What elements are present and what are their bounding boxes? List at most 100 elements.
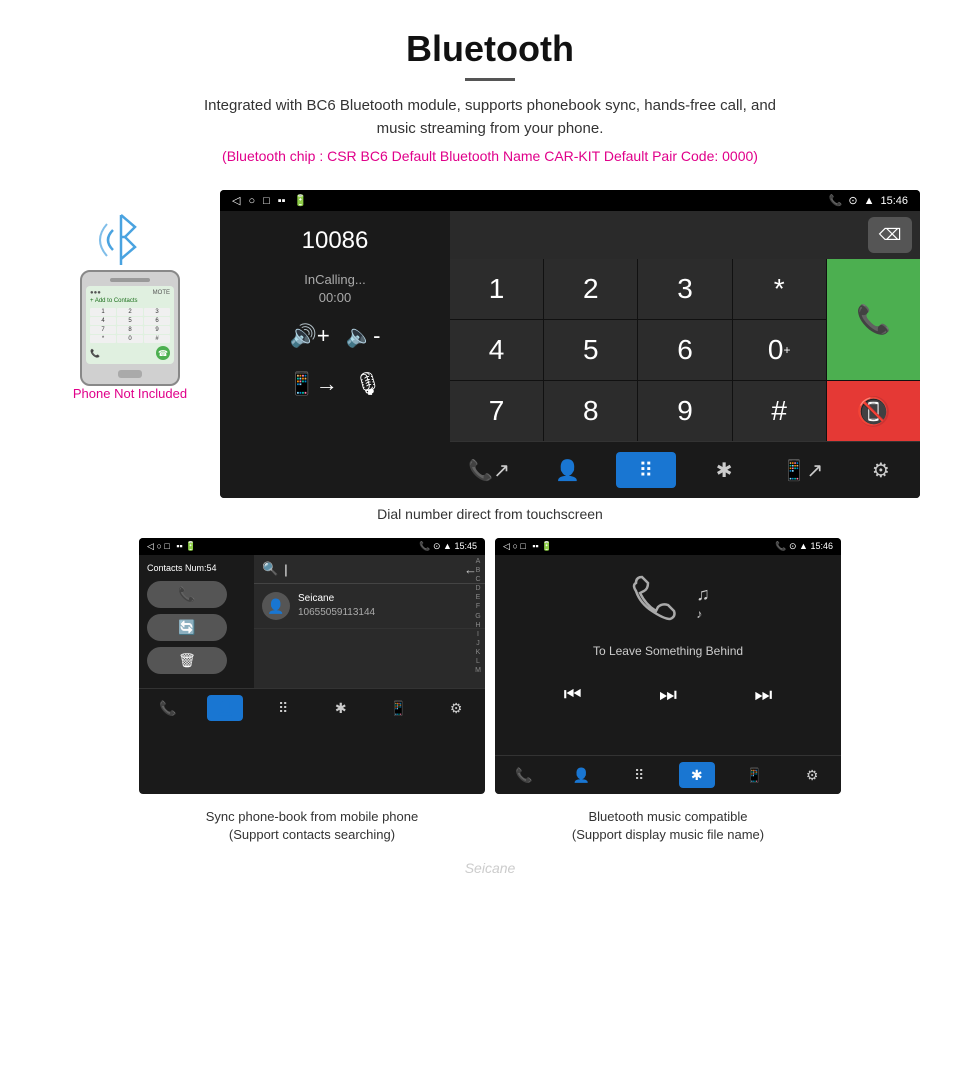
statusbar: ◁ ○ □ ▪▪ 🔋 📞 ⊙ ▲ 15:46 — [220, 190, 920, 211]
music-nav-transfer[interactable]: 📱 — [736, 762, 772, 788]
nav-contacts[interactable]: 👤 — [537, 452, 597, 488]
input-row: ⌫ — [450, 211, 920, 259]
small-nav-phone[interactable]: 📞 — [150, 695, 186, 721]
num-2[interactable]: 2 — [544, 259, 637, 319]
alpha-M[interactable]: M — [475, 666, 481, 675]
alpha-L[interactable]: L — [476, 657, 480, 666]
contacts-back-icon: ◁ — [147, 541, 154, 551]
small-nav-transfer[interactable]: 📱 — [380, 695, 416, 721]
music-statusbar: ◁ ○ □ ▪▪ 🔋 📞 ⊙ ▲ 15:46 — [495, 538, 841, 555]
num-9[interactable]: 9 — [638, 381, 731, 441]
battery-icon: 🔋 — [294, 194, 308, 207]
song-title: To Leave Something Behind — [593, 644, 743, 658]
alpha-G[interactable]: G — [475, 612, 480, 621]
contacts-caption: Sync phone-book from mobile phone (Suppo… — [139, 808, 485, 844]
phone-status-icon: 📞 — [829, 194, 843, 207]
music-nav-bluetooth[interactable]: ✱ — [679, 762, 715, 788]
statusbar-left: ◁ ○ □ ▪▪ 🔋 — [232, 194, 307, 207]
nav-settings[interactable]: ⚙ — [851, 452, 911, 488]
nav-dialpad[interactable]: ⠿ — [616, 452, 676, 488]
alpha-I[interactable]: I — [477, 630, 479, 639]
wifi-icon: ▲ — [864, 195, 875, 207]
phone-not-included-label: Phone Not Included — [73, 386, 187, 401]
bluetooth-specs: (Bluetooth chip : CSR BC6 Default Blueto… — [20, 148, 960, 164]
contact-item[interactable]: 👤 Seicane 10655059113144 — [254, 584, 485, 629]
nav-transfer[interactable]: 📱↗ — [772, 452, 832, 488]
small-nav-contacts[interactable]: 👤 — [207, 695, 243, 721]
mic-icon[interactable]: 🎙 — [354, 371, 382, 397]
music-nav-settings[interactable]: ⚙ — [794, 762, 830, 788]
mini-phone-graphic: ●●● MOTE + Add to Contacts 123 456 789 *… — [80, 270, 180, 386]
music-controls: ⏮ ⏭ ⏭ — [505, 678, 831, 713]
num-0plus[interactable]: 0+ — [733, 320, 826, 380]
num-5[interactable]: 5 — [544, 320, 637, 380]
num-7[interactable]: 7 — [450, 381, 543, 441]
transfer-icon[interactable]: 📱→ — [288, 371, 337, 397]
alpha-H[interactable]: H — [475, 621, 480, 630]
call-button[interactable]: 📞 — [827, 259, 920, 380]
alpha-B[interactable]: B — [476, 566, 481, 575]
alpha-D[interactable]: D — [475, 584, 480, 593]
circle-icon: ○ — [248, 195, 255, 207]
music-time: 15:46 — [810, 541, 833, 551]
nav-bluetooth[interactable]: ✱ — [694, 452, 754, 488]
contacts-location-icon: ⊙ — [433, 541, 441, 551]
search-icon: 🔍 — [262, 561, 278, 577]
alpha-E[interactable]: E — [476, 593, 481, 602]
num-1[interactable]: 1 — [450, 259, 543, 319]
num-star[interactable]: * — [733, 259, 826, 319]
volume-down-icon[interactable]: 🔈- — [346, 323, 381, 349]
music-circle-icon: ○ — [512, 541, 517, 551]
end-call-button[interactable]: 📵 — [827, 381, 920, 441]
music-screen: ◁ ○ □ ▪▪ 🔋 📞 ⊙ ▲ 15:46 ♫ — [495, 538, 841, 794]
small-nav-dialpad[interactable]: ⠿ — [265, 695, 301, 721]
music-nav-contacts[interactable]: 👤 — [563, 762, 599, 788]
search-cursor: | — [284, 562, 287, 577]
call-action-btn[interactable]: 📞 — [147, 581, 227, 608]
num-3[interactable]: 3 — [638, 259, 731, 319]
watermark: Seicane — [0, 860, 980, 886]
android-dial-screen: ◁ ○ □ ▪▪ 🔋 📞 ⊙ ▲ 15:46 10086 InCalling..… — [220, 190, 920, 498]
dial-left-panel: 10086 InCalling... 00:00 🔊+ 🔈- 📱→ 🎙 — [220, 211, 450, 498]
prev-track-button[interactable]: ⏮ — [564, 684, 582, 707]
small-nav-bluetooth[interactable]: ✱ — [323, 695, 359, 721]
delete-action-btn[interactable]: 🗑 — [147, 647, 227, 674]
music-nav-phone[interactable]: 📞 — [506, 762, 542, 788]
sync-action-btn[interactable]: 🔄 — [147, 614, 227, 641]
alpha-J[interactable]: J — [476, 639, 480, 648]
alphabet-bar: A B C D E F G H I J K L M — [471, 555, 485, 688]
music-caption: Bluetooth music compatible (Support disp… — [495, 808, 841, 844]
music-nav-dialpad[interactable]: ⠿ — [621, 762, 657, 788]
music-phone-status-icon: 📞 — [775, 541, 786, 551]
num-hash[interactable]: # — [733, 381, 826, 441]
backspace-button[interactable]: ⌫ — [868, 217, 912, 253]
alpha-A[interactable]: A — [476, 557, 481, 566]
contacts-bottom-nav: 📞 👤 ⠿ ✱ 📱 ⚙ — [139, 688, 485, 727]
music-location-icon: ⊙ — [789, 541, 797, 551]
contacts-num-label: Contacts Num:54 — [147, 563, 246, 573]
page-header: Bluetooth Integrated with BC6 Bluetooth … — [0, 0, 980, 190]
num-8[interactable]: 8 — [544, 381, 637, 441]
alpha-C[interactable]: C — [475, 575, 480, 584]
dial-area: 10086 InCalling... 00:00 🔊+ 🔈- 📱→ 🎙 ⌫ — [220, 211, 920, 498]
volume-up-icon[interactable]: 🔊+ — [290, 323, 330, 349]
contacts-phone-icon: 📞 — [419, 541, 430, 551]
alpha-K[interactable]: K — [476, 648, 481, 657]
next-track-button[interactable]: ⏭ — [754, 684, 772, 707]
statusbar-right: 📞 ⊙ ▲ 15:46 — [829, 194, 908, 207]
contacts-circle-icon: ○ — [156, 541, 161, 551]
num-6[interactable]: 6 — [638, 320, 731, 380]
music-square-icon: □ — [520, 541, 525, 551]
phone-mock-left: ●●● MOTE + Add to Contacts 123 456 789 *… — [60, 190, 200, 498]
small-nav-settings[interactable]: ⚙ — [438, 695, 474, 721]
contacts-right-panel: 🔍 | ← 👤 Seicane 10655059113144 — [254, 555, 485, 688]
music-body: ♫ ♪ To Leave Something Behind ⏮ ⏭ ⏭ — [495, 555, 841, 755]
numpad-area: ⌫ 1 2 3 * 📞 4 5 6 0+ 7 8 9 # 📵 — [450, 211, 920, 498]
play-pause-button[interactable]: ⏭ — [659, 684, 677, 707]
location-icon: ⊙ — [848, 194, 857, 207]
num-4[interactable]: 4 — [450, 320, 543, 380]
contact-avatar: 👤 — [262, 592, 290, 620]
header-divider — [465, 78, 515, 81]
alpha-F[interactable]: F — [476, 602, 480, 611]
nav-phone-transfer[interactable]: 📞↗ — [459, 452, 519, 488]
